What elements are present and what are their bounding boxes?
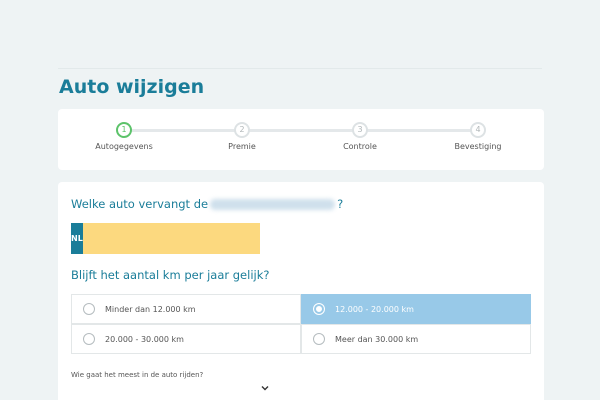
plate-country-badge: NL — [71, 223, 83, 254]
radio-icon[interactable] — [83, 303, 95, 315]
steps-track — [124, 129, 478, 132]
page-title: Auto wijzigen — [59, 76, 205, 98]
chevron-down-icon[interactable] — [259, 382, 271, 394]
radio-icon[interactable] — [313, 333, 325, 345]
header-divider — [58, 68, 542, 69]
question-mark: ? — [337, 197, 344, 211]
step-bevestiging: 4 Bevestiging — [433, 122, 523, 151]
radio-selected-icon[interactable] — [313, 303, 325, 315]
radio-icon[interactable] — [83, 333, 95, 345]
step-number: 3 — [352, 122, 368, 138]
progress-steps: 1 Autogegevens 2 Premie 3 Controle 4 Bev… — [58, 109, 544, 170]
km-options: Minder dan 12.000 km 12.000 - 20.000 km … — [71, 294, 531, 354]
step-label: Premie — [228, 142, 256, 151]
redacted-plate — [210, 199, 336, 210]
step-controle: 3 Controle — [315, 122, 405, 151]
km-question: Blijft het aantal km per jaar gelijk? — [71, 268, 270, 282]
option-label: Minder dan 12.000 km — [105, 304, 196, 314]
step-autogegevens: 1 Autogegevens — [79, 122, 169, 151]
license-plate-input: NL — [71, 223, 260, 254]
km-option-under-12000[interactable]: Minder dan 12.000 km — [71, 294, 301, 324]
license-plate-field[interactable] — [82, 223, 260, 254]
km-option-12000-20000[interactable]: 12.000 - 20.000 km — [301, 294, 531, 324]
replace-car-question: Welke auto vervangt de? — [71, 197, 343, 211]
step-label: Autogegevens — [95, 142, 153, 151]
main-driver-label: Wie gaat het meest in de auto rijden? — [71, 371, 204, 379]
option-label: Meer dan 30.000 km — [335, 334, 419, 344]
km-option-20000-30000[interactable]: 20.000 - 30.000 km — [71, 324, 301, 354]
question-text: Welke auto vervangt de — [71, 197, 209, 211]
step-number: 2 — [234, 122, 250, 138]
step-label: Bevestiging — [454, 142, 502, 151]
car-form: Welke auto vervangt de? NL Blijft het aa… — [58, 182, 544, 400]
step-number: 4 — [470, 122, 486, 138]
option-label: 12.000 - 20.000 km — [335, 304, 414, 314]
km-option-over-30000[interactable]: Meer dan 30.000 km — [301, 324, 531, 354]
option-label: 20.000 - 30.000 km — [105, 334, 184, 344]
step-number: 1 — [116, 122, 132, 138]
step-label: Controle — [343, 142, 377, 151]
step-premie: 2 Premie — [197, 122, 287, 151]
